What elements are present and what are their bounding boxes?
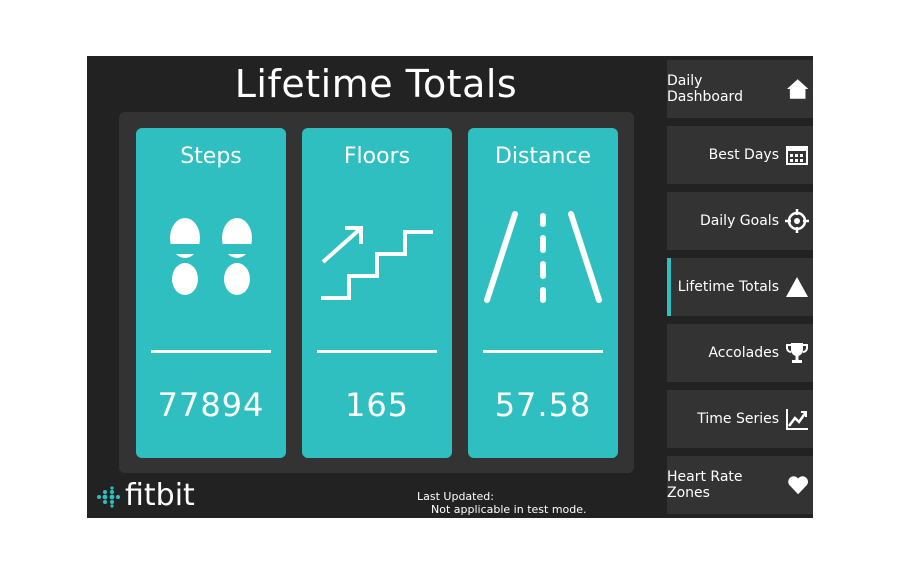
distance-divider	[483, 350, 603, 353]
target-icon	[785, 209, 809, 233]
steps-divider	[151, 350, 271, 353]
footprints-icon	[170, 218, 252, 295]
sidebar-nav: Daily Dashboard Best Days Daily Goals Li…	[667, 56, 813, 518]
fitbit-logo: fitbit	[95, 476, 225, 516]
distance-label: Distance	[494, 144, 592, 169]
floors-card: Floors 165	[302, 128, 452, 458]
sidebar-item-best-days[interactable]: Best Days	[667, 126, 813, 184]
sidebar-item-heart-rate-zones[interactable]: Heart Rate Zones	[667, 456, 813, 514]
last-updated: Last Updated: Not applicable in test mod…	[417, 490, 665, 516]
steps-card: Steps 77894	[136, 128, 286, 458]
sidebar-item-label: Daily Dashboard	[667, 73, 743, 105]
stairs-icon	[321, 226, 433, 300]
fitbit-dots-icon	[97, 486, 120, 508]
distance-card: Distance 57.58	[468, 128, 618, 458]
page-title: Lifetime Totals	[234, 62, 518, 106]
sidebar-item-label: Daily Goals	[699, 213, 779, 229]
home-icon	[786, 79, 809, 99]
sidebar-item-daily-dashboard[interactable]: Daily Dashboard	[667, 60, 813, 118]
distance-value: 57.58	[494, 386, 592, 424]
triangle-icon	[786, 277, 808, 297]
app-window: Lifetime Totals Steps 77894 Floors 165 D…	[87, 56, 813, 518]
sidebar-item-time-series[interactable]: Time Series	[667, 390, 813, 448]
calendar-icon	[786, 146, 808, 165]
sidebar-item-daily-goals[interactable]: Daily Goals	[667, 192, 813, 250]
chart-line-icon	[786, 409, 808, 430]
last-updated-value: Not applicable in test mode.	[431, 503, 587, 516]
road-icon	[484, 211, 602, 303]
heart-icon	[788, 476, 808, 495]
sidebar-item-label: Accolades	[708, 345, 779, 361]
steps-label: Steps	[180, 144, 242, 169]
sidebar-item-lifetime-totals[interactable]: Lifetime Totals	[667, 258, 813, 316]
steps-value: 77894	[157, 386, 265, 424]
trophy-icon	[786, 343, 808, 363]
sidebar-item-label: Time Series	[697, 411, 779, 427]
brand-name: fitbit	[125, 478, 195, 513]
sidebar-item-accolades[interactable]: Accolades	[667, 324, 813, 382]
totals-panel: Steps 77894 Floors 165 Distance 57.58	[119, 112, 634, 473]
floors-divider	[317, 350, 437, 353]
floors-label: Floors	[343, 144, 411, 169]
floors-value: 165	[344, 386, 410, 424]
sidebar-item-label: Heart Rate Zones	[667, 469, 743, 501]
sidebar-item-label: Lifetime Totals	[677, 279, 779, 295]
last-updated-label: Last Updated:	[417, 490, 494, 503]
main-area: Lifetime Totals Steps 77894 Floors 165 D…	[87, 56, 665, 518]
sidebar-item-label: Best Days	[708, 147, 779, 163]
